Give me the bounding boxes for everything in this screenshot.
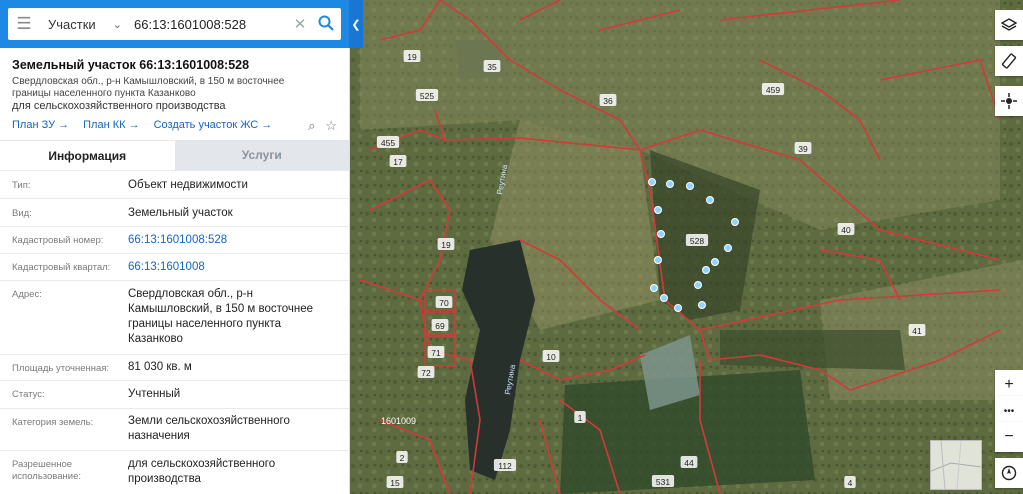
detail-key: Категория земель: (12, 417, 94, 428)
parcel-number-label[interactable]: 36 (603, 96, 613, 106)
detail-key: Вид: (12, 208, 32, 219)
parcel-number-label[interactable]: 72 (421, 368, 431, 378)
parcel-number-label[interactable]: 71 (431, 348, 441, 358)
detail-row: Площадь уточненная: 81 030 кв. м (0, 354, 349, 381)
detail-row: Адрес: Свердловская обл., р-н Камышловск… (0, 280, 349, 355)
detail-row: Категория земель: Земли сельскохозяйстве… (0, 408, 349, 451)
parcel-number-label[interactable]: 4 (848, 478, 853, 488)
create-zhs-link[interactable]: Создать участок ЖС → (154, 119, 273, 131)
parcel-address: Свердловская обл., р-н Камышловский, в 1… (12, 76, 285, 99)
parcel-number-label[interactable]: 525 (420, 91, 434, 101)
parcel-number-label[interactable]: 19 (407, 52, 417, 62)
plan-zu-link[interactable]: План ЗУ → (12, 119, 69, 131)
chevron-left-icon: ❮ (351, 18, 361, 31)
parcel-number-label[interactable]: 10 (546, 352, 556, 362)
tab-services[interactable]: Услуги (174, 140, 349, 170)
parcel-number-label[interactable]: 44 (684, 458, 694, 468)
layers-icon (1001, 18, 1017, 31)
zoom-out-button[interactable]: − (995, 422, 1023, 452)
detail-value: 81 030 кв. м (128, 361, 192, 373)
star-icon[interactable]: ☆ (325, 118, 337, 134)
detail-value: для сельскохозяйственного производства (128, 458, 276, 485)
crosshair-icon (1001, 93, 1017, 109)
category-select[interactable]: Участки ⌄ (40, 8, 130, 40)
detail-key: Статус: (12, 389, 45, 400)
detail-value: Земельный участок (128, 207, 233, 219)
layers-button[interactable] (995, 10, 1023, 40)
detail-key: Разрешенное использование: (12, 459, 82, 482)
parcel-number-label[interactable]: 2 (400, 453, 405, 463)
search-input[interactable]: 66:13:1601008:528 (130, 8, 289, 40)
menu-icon[interactable]: ☰ (8, 8, 40, 40)
minimap-thumbnail (930, 440, 982, 490)
minimap[interactable] (930, 440, 982, 490)
detail-key: Кадастровый квартал: (12, 262, 111, 273)
detail-row: Вид: Земельный участок (0, 198, 349, 227)
parcel-number-label[interactable]: 1 (578, 413, 583, 423)
ruler-button[interactable] (995, 46, 1023, 76)
detail-row: Тип: Объект недвижимости (0, 170, 349, 199)
detail-row: Кадастровый квартал: 66:13:1601008 (0, 253, 349, 281)
collapse-panel-button[interactable]: ❮ (349, 0, 363, 48)
parcel-number-label[interactable]: 39 (798, 144, 808, 154)
clear-icon[interactable]: ✕ (289, 15, 311, 33)
detail-key: Площадь уточненная: (12, 363, 110, 374)
quarter-label: 1601009 (381, 416, 416, 426)
detail-value: Свердловская обл., р-н Камышловский, в 1… (128, 288, 314, 345)
ruler-icon (1001, 53, 1017, 69)
parcel-number-label[interactable]: 531 (656, 477, 670, 487)
compass-button[interactable] (995, 458, 1023, 488)
search-doc-icon[interactable]: ⌕ (308, 118, 315, 134)
parcel-number-label[interactable]: 112 (498, 461, 512, 471)
parcel-number-label[interactable]: 41 (912, 326, 922, 336)
detail-value: Учтенный (128, 388, 181, 400)
cadastral-number-link[interactable]: 66:13:1601008:528 (128, 233, 328, 248)
plan-kk-link[interactable]: План КК → (83, 119, 139, 131)
parcel-number-label[interactable]: 35 (487, 62, 497, 72)
detail-row: Разрешенное использование: для сельскохо… (0, 450, 349, 494)
parcel-number-label[interactable]: 69 (435, 321, 445, 331)
detail-key: Кадастровый номер: (12, 235, 104, 246)
cadastral-quarter-link[interactable]: 66:13:1601008 (128, 260, 328, 275)
parcel-number-label[interactable]: 15 (390, 478, 400, 488)
parcel-number-label[interactable]: 19 (441, 240, 451, 250)
detail-value: Объект недвижимости (128, 179, 248, 191)
search-icon (318, 15, 334, 31)
category-label: Участки (48, 16, 96, 32)
parcel-number-label[interactable]: 40 (841, 225, 851, 235)
search-box: ☰ Участки ⌄ 66:13:1601008:528 ✕ (8, 8, 341, 40)
locate-button[interactable] (995, 86, 1023, 116)
parcel-number-label[interactable]: 455 (381, 138, 395, 148)
detail-row: Статус: Учтенный (0, 380, 349, 409)
parcel-number-label[interactable]: 17 (393, 157, 403, 167)
search-bar: ☰ Участки ⌄ 66:13:1601008:528 ✕ (0, 0, 349, 48)
detail-key: Тип: (12, 180, 31, 191)
detail-value: Земли сельскохозяйственного назначения (128, 415, 290, 442)
parcel-purpose: для сельскохозяйственного производства (12, 100, 226, 112)
parcel-number-label[interactable]: 459 (766, 85, 780, 95)
search-button[interactable] (311, 15, 341, 34)
detail-row: Кадастровый номер: 66:13:1601008:528 (0, 226, 349, 254)
parcel-title: Земельный участок 66:13:1601008:528 (12, 58, 250, 72)
detail-key: Адрес: (12, 289, 42, 300)
compass-icon (1001, 465, 1017, 481)
info-panel: Земельный участок 66:13:1601008:528 Свер… (0, 48, 350, 494)
tab-info[interactable]: Информация (0, 140, 175, 170)
chevron-down-icon: ⌄ (112, 18, 122, 31)
parcel-number-label[interactable]: 528 (690, 236, 704, 246)
parcel-number-label[interactable]: 70 (439, 298, 449, 308)
